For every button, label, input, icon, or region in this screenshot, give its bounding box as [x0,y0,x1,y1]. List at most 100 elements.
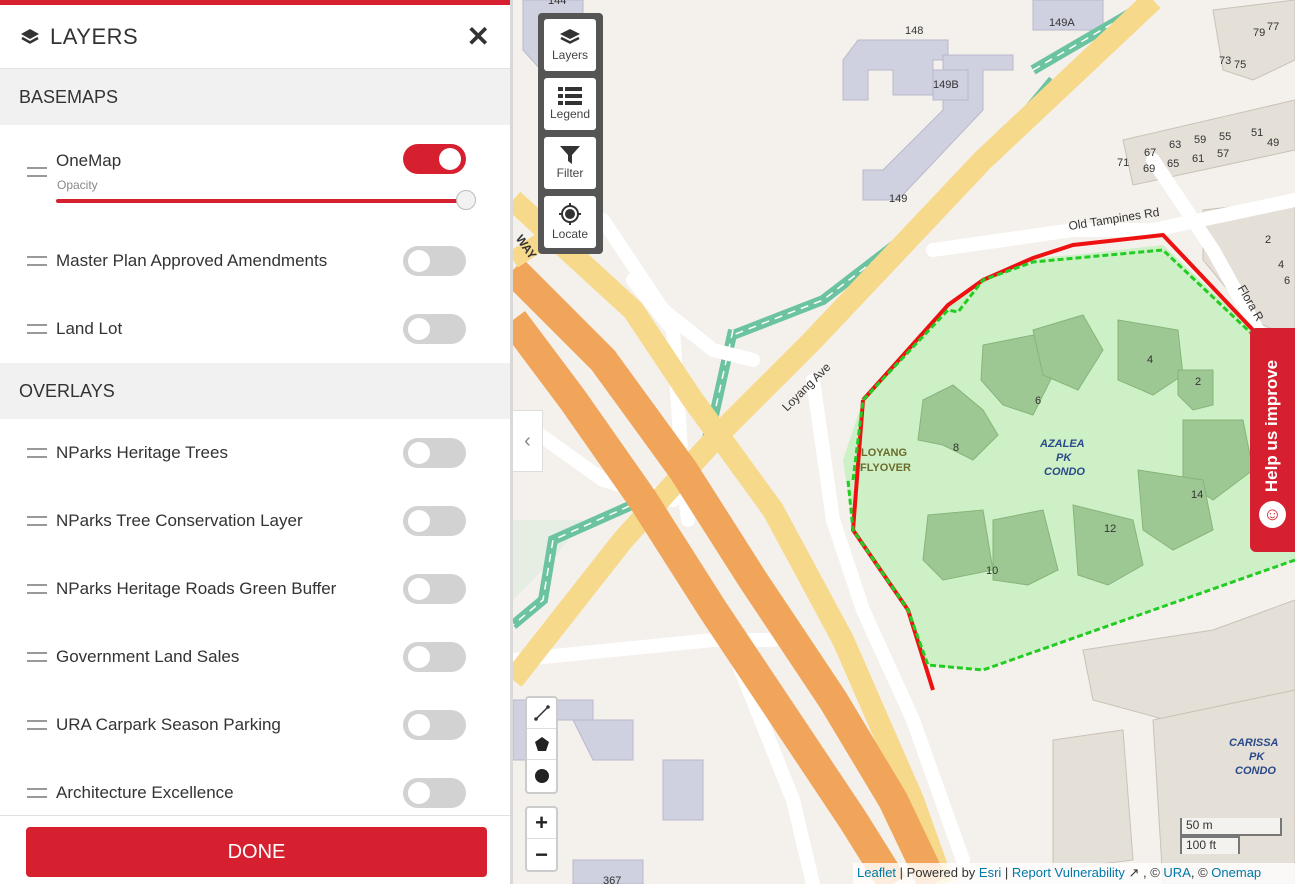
toggle-onemap[interactable] [403,144,466,174]
basemap [513,0,1295,884]
place-label-azalea-3: CONDO [1044,466,1085,478]
block-label-8: 8 [953,442,960,454]
house-label-77: 77 [1267,21,1280,33]
filter-icon [560,146,580,164]
house-label-63: 63 [1169,139,1182,151]
block-label-149: 149 [889,193,908,205]
toggle-architecture-excellence[interactable] [403,778,466,808]
drag-handle-icon[interactable] [27,256,47,266]
house-label-49: 49 [1267,137,1280,149]
drag-handle-icon[interactable] [27,584,47,594]
drag-handle-icon[interactable] [27,448,47,458]
drag-handle-icon[interactable] [27,167,47,177]
leaflet-link[interactable]: Leaflet [857,865,896,880]
house-label-6: 6 [1284,275,1291,287]
house-label-75: 75 [1234,59,1247,71]
block-label-367: 367 [603,875,622,884]
close-icon[interactable]: ✕ [467,22,490,51]
locate-tool-button[interactable]: Locate [544,196,596,248]
layer-row-heritage-trees: NParks Heritage Trees [0,419,510,487]
scale-metric: 50 m [1180,818,1282,836]
block-label-14: 14 [1191,489,1204,501]
place-label-loyang-flyover-2: FLYOVER [860,462,911,474]
house-label-4: 4 [1278,259,1285,271]
layer-row-onemap: OneMap Opacity [0,125,510,227]
filter-tool-label: Filter [556,166,584,180]
basemaps-heading: BASEMAPS [0,69,510,125]
ura-link[interactable]: URA [1163,865,1190,880]
toggle-knob [408,318,430,340]
layers-tool-button[interactable]: Layers [544,19,596,71]
block-label-144: 144 [548,0,567,7]
drag-handle-icon[interactable] [27,720,47,730]
block-label-4: 4 [1147,354,1154,366]
block-label-2: 2 [1195,376,1202,388]
drag-handle-icon[interactable] [27,324,47,334]
toggle-knob [408,782,430,804]
block-label-149b: 149B [933,79,959,91]
scale-bar: 50 m 100 ft [1180,818,1282,854]
polygon-icon [534,737,549,751]
drag-handle-icon[interactable] [27,788,47,798]
house-label-69: 69 [1143,163,1156,175]
toggle-carpark-season[interactable] [403,710,466,740]
map-canvas[interactable]: Old Tampines Rd Loyang Ave Flora R WAY L… [513,0,1295,884]
layer-row-carpark-season: URA Carpark Season Parking [0,691,510,759]
house-label-55: 55 [1219,131,1232,143]
collapse-panel-button[interactable]: ‹ [513,410,543,472]
toggle-master-plan[interactable] [403,246,466,276]
zoom-in-button[interactable]: + [527,808,556,839]
toggle-knob [408,510,430,532]
draw-circle-button[interactable] [527,760,556,791]
toggle-knob [439,148,461,170]
toggle-knob [408,646,430,668]
zoom-control: + − [525,806,558,872]
block-label-6: 6 [1035,395,1042,407]
layers-tool-label: Layers [551,48,589,62]
toggle-gov-land-sales[interactable] [403,642,466,672]
report-vulnerability-link[interactable]: Report Vulnerability [1012,865,1125,880]
filter-tool-button[interactable]: Filter [544,137,596,189]
overlays-heading: OVERLAYS [0,363,510,419]
legend-icon [558,87,582,105]
toggle-land-lot[interactable] [403,314,466,344]
opacity-slider[interactable] [56,190,476,210]
draw-line-button[interactable] [527,698,556,729]
drag-handle-icon[interactable] [27,652,47,662]
drag-handle-icon[interactable] [27,516,47,526]
toggle-tree-conservation[interactable] [403,506,466,536]
layer-row-heritage-roads: NParks Heritage Roads Green Buffer [0,555,510,623]
circle-icon [534,768,549,783]
house-label-61: 61 [1192,153,1205,165]
legend-tool-button[interactable]: Legend [544,78,596,130]
line-icon [533,705,550,721]
attribution-sep-3: ↗ , © [1124,865,1164,880]
onemap-link[interactable]: Onemap [1211,865,1261,880]
smiley-icon: ☺ [1259,501,1286,528]
panel-header: LAYERS ✕ [0,5,510,69]
house-label-59: 59 [1194,134,1207,146]
toggle-heritage-roads[interactable] [403,574,466,604]
layers-panel: LAYERS ✕ BASEMAPS OneMap Opacity Master … [0,0,513,884]
house-label-71: 71 [1117,157,1130,169]
map-attribution: Leaflet | Powered by Esri | Report Vulne… [853,863,1295,884]
toggle-knob [408,442,430,464]
attribution-sep-1: | Powered by [896,865,979,880]
attribution-sep-4: , © [1190,865,1212,880]
draw-polygon-button[interactable] [527,729,556,760]
layers-icon [21,28,39,44]
house-label-65: 65 [1167,158,1180,170]
help-us-improve-tab[interactable]: Help us improve ☺ [1250,328,1295,552]
opacity-slider-thumb[interactable] [456,190,476,210]
place-label-carissa-1: CARISSA [1229,737,1279,749]
esri-link[interactable]: Esri [979,865,1001,880]
draw-toolbar [525,696,558,794]
block-label-12: 12 [1104,523,1117,535]
done-button[interactable]: DONE [26,827,487,877]
place-label-carissa-2: PK [1249,751,1265,763]
layer-label-onemap: OneMap [56,151,122,170]
toggle-heritage-trees[interactable] [403,438,466,468]
zoom-out-button[interactable]: − [527,839,556,870]
house-label-79: 79 [1253,27,1266,39]
toggle-knob [408,714,430,736]
